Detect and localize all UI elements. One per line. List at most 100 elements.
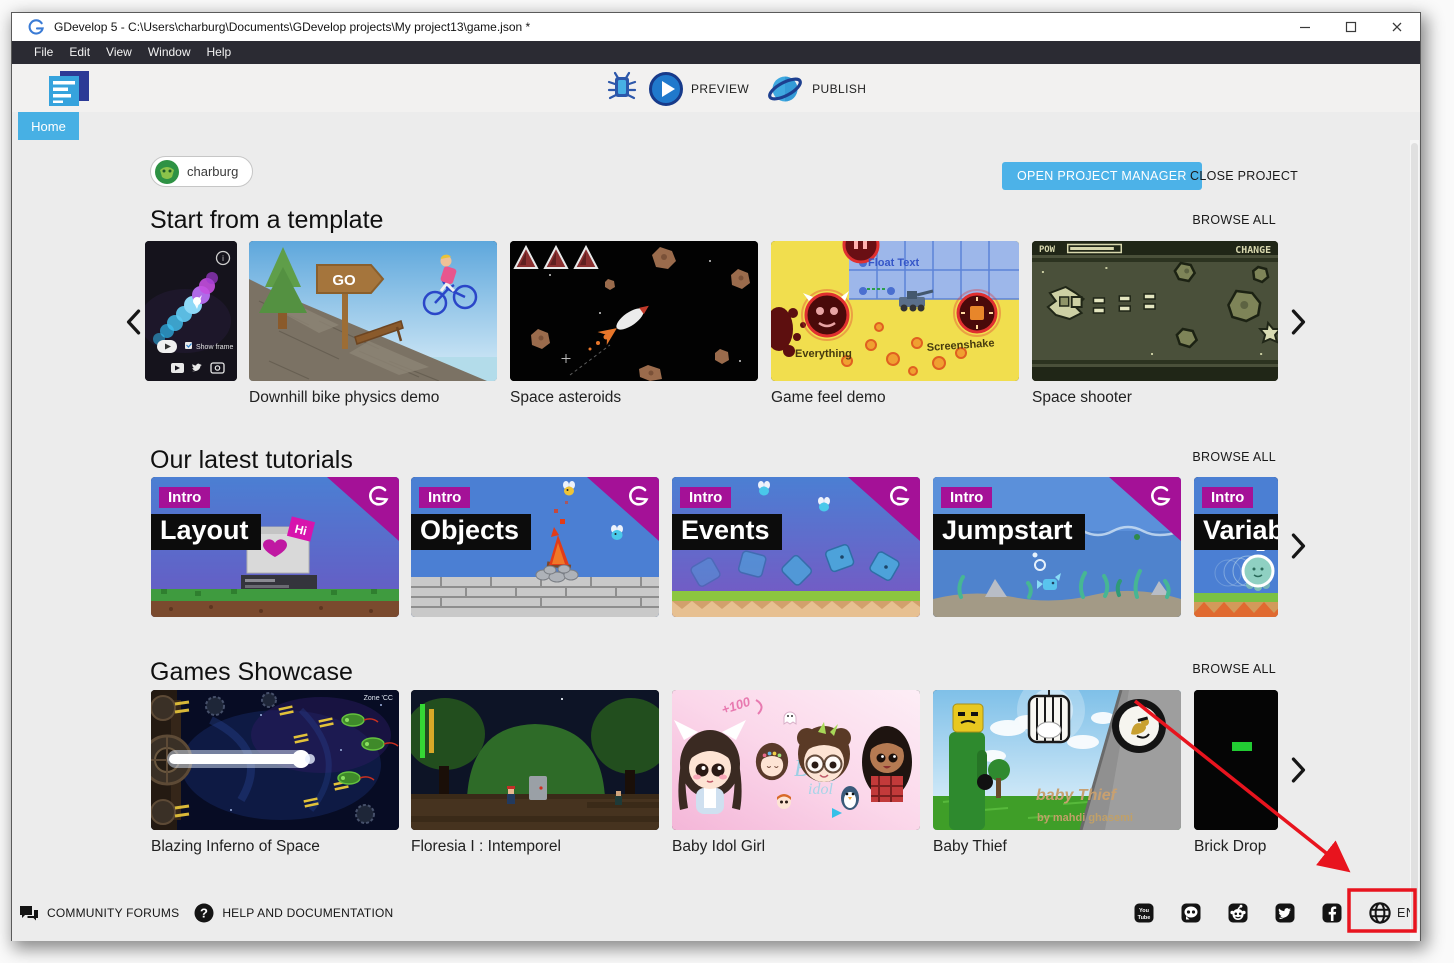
- browse-all-templates[interactable]: BROWSE ALL: [1192, 213, 1276, 227]
- title-bar: GDevelop 5 - C:\Users\charburg\Documents…: [12, 13, 1420, 41]
- play-icon: [648, 71, 684, 107]
- tutorial-card-variables[interactable]: +1 Intro Variables: [1194, 477, 1278, 617]
- template-label: Space shooter: [1032, 389, 1132, 407]
- menu-bar: File Edit View Window Help: [12, 41, 1420, 64]
- template-card-downhill-bike[interactable]: GO: [249, 241, 497, 381]
- baby-thief-author-text: by mahdi ghasemi: [1037, 812, 1133, 824]
- menu-file[interactable]: File: [26, 41, 61, 64]
- reddit-icon[interactable]: [1227, 902, 1249, 924]
- gdevelop-logo-icon: [28, 19, 45, 36]
- avatar: [155, 160, 179, 184]
- zone-label: Zone 'CC: [364, 695, 393, 702]
- help-documentation-link[interactable]: ? HELP AND DOCUMENTATION: [193, 902, 393, 924]
- close-project-button[interactable]: CLOSE PROJECT: [1186, 162, 1302, 190]
- svg-text:?: ?: [200, 906, 208, 921]
- bug-icon: [606, 70, 638, 104]
- everything-label: Everything: [795, 348, 852, 360]
- browse-all-tutorials[interactable]: BROWSE ALL: [1192, 450, 1276, 464]
- tutorial-card-events[interactable]: Intro Events: [672, 477, 920, 617]
- intro-badge: Intro: [680, 487, 731, 508]
- template-card-space-asteroids[interactable]: [510, 241, 758, 381]
- show-frame-label: Show frame: [196, 344, 233, 351]
- baby-thief-title-text: baby Thief: [1036, 787, 1118, 804]
- preview-label: PREVIEW: [691, 82, 749, 96]
- pow-label: POW: [1039, 245, 1056, 255]
- float-text-label: Float Text: [868, 257, 919, 269]
- showcase-card-brick-drop[interactable]: [1194, 690, 1278, 830]
- home-page: charburg OPEN PROJECT MANAGER CLOSE PROJ…: [12, 140, 1420, 941]
- window-controls: [1282, 13, 1420, 41]
- go-sign-label: GO: [332, 272, 356, 289]
- carousel-left-arrow-templates[interactable]: [124, 308, 144, 336]
- tutorial-title-layout: Layout: [151, 514, 261, 550]
- svg-text:i: i: [222, 254, 224, 263]
- tutorial-card-layout[interactable]: Hi Intro Layout: [151, 477, 399, 617]
- maximize-button[interactable]: [1328, 13, 1374, 41]
- scrollbar-thumb[interactable]: [1411, 143, 1418, 931]
- debugger-button[interactable]: [606, 70, 638, 109]
- showcase-card-baby-thief[interactable]: baby Thief by mahdi ghasemi: [933, 690, 1181, 830]
- footer-left: COMMUNITY FORUMS ? HELP AND DOCUMENTATIO…: [18, 901, 393, 925]
- blazing-inferno-thumbnail: Zone 'CC: [151, 690, 399, 830]
- youtube-icon[interactable]: YouTube: [1133, 902, 1155, 924]
- tab-home[interactable]: Home: [18, 112, 79, 140]
- particle-demo-thumbnail: i Show frame: [145, 241, 237, 381]
- help-icon: ?: [193, 902, 215, 924]
- svg-text:Tube: Tube: [1138, 915, 1151, 921]
- menu-edit[interactable]: Edit: [61, 41, 98, 64]
- baby-idol-thumbnail: Baby idol +100: [672, 690, 920, 830]
- preview-button[interactable]: PREVIEW: [648, 71, 765, 107]
- content-scrollbar[interactable]: [1410, 140, 1419, 941]
- project-manager-icon: [46, 70, 92, 108]
- open-project-manager-button[interactable]: OPEN PROJECT MANAGER: [1002, 162, 1202, 190]
- app-window: GDevelop 5 - C:\Users\charburg\Documents…: [11, 12, 1421, 941]
- template-card-partial[interactable]: i Show frame: [145, 241, 237, 381]
- username-label: charburg: [187, 164, 238, 179]
- browse-all-showcase[interactable]: BROWSE ALL: [1192, 662, 1276, 676]
- showcase-card-baby-idol[interactable]: Baby idol +100: [672, 690, 920, 830]
- language-button[interactable]: EN: [1368, 901, 1415, 925]
- space-shooter-thumbnail: POW CHANGE: [1032, 241, 1278, 381]
- toolbar: PREVIEW PUBLISH: [12, 64, 1420, 112]
- toolbar-center: PREVIEW PUBLISH: [606, 71, 882, 107]
- intro-badge: Intro: [419, 487, 470, 508]
- template-label: Space asteroids: [510, 389, 621, 407]
- chat-icon: [18, 902, 40, 924]
- carousel-right-arrow-tutorials[interactable]: [1288, 532, 1308, 560]
- close-button[interactable]: [1374, 13, 1420, 41]
- publish-icon: [765, 71, 805, 107]
- project-manager-button[interactable]: [46, 70, 92, 108]
- twitter-icon[interactable]: [1274, 902, 1296, 924]
- maximize-icon: [1345, 21, 1357, 33]
- floresia-thumbnail: [411, 690, 659, 830]
- menu-help[interactable]: Help: [199, 41, 240, 64]
- baby-thief-thumbnail: baby Thief by mahdi ghasemi: [933, 690, 1181, 830]
- showcase-label: Baby Idol Girl: [672, 838, 765, 856]
- tutorial-title-objects: Objects: [411, 514, 531, 550]
- community-forums-link[interactable]: COMMUNITY FORUMS: [18, 902, 179, 924]
- menu-window[interactable]: Window: [140, 41, 199, 64]
- facebook-icon[interactable]: [1321, 902, 1343, 924]
- user-chip[interactable]: charburg: [150, 156, 253, 187]
- carousel-right-arrow-templates[interactable]: [1288, 308, 1308, 336]
- window-title: GDevelop 5 - C:\Users\charburg\Documents…: [54, 20, 530, 34]
- showcase-card-blazing-inferno[interactable]: Zone 'CC: [151, 690, 399, 830]
- carousel-right-arrow-showcase[interactable]: [1288, 756, 1308, 784]
- tutorial-title-variables: Variables: [1194, 514, 1278, 550]
- tutorials-section-title: Our latest tutorials: [150, 446, 353, 475]
- tutorial-card-objects[interactable]: Intro Objects: [411, 477, 659, 617]
- template-card-game-feel[interactable]: Float Text Everything Screenshake: [771, 241, 1019, 381]
- downhill-bike-thumbnail: GO: [249, 241, 497, 381]
- game-feel-thumbnail: Float Text Everything Screenshake: [771, 241, 1019, 381]
- menu-view[interactable]: View: [98, 41, 140, 64]
- showcase-section-title: Games Showcase: [150, 658, 353, 687]
- idol-art-text: idol: [808, 781, 833, 798]
- showcase-card-floresia[interactable]: [411, 690, 659, 830]
- template-card-space-shooter[interactable]: POW CHANGE: [1032, 241, 1278, 381]
- minimize-button[interactable]: [1282, 13, 1328, 41]
- tutorial-card-jumpstart[interactable]: Intro Jumpstart: [933, 477, 1181, 617]
- showcase-label: Blazing Inferno of Space: [151, 838, 320, 856]
- discord-icon[interactable]: [1180, 902, 1202, 924]
- publish-label: PUBLISH: [812, 82, 866, 96]
- publish-button[interactable]: PUBLISH: [765, 71, 882, 107]
